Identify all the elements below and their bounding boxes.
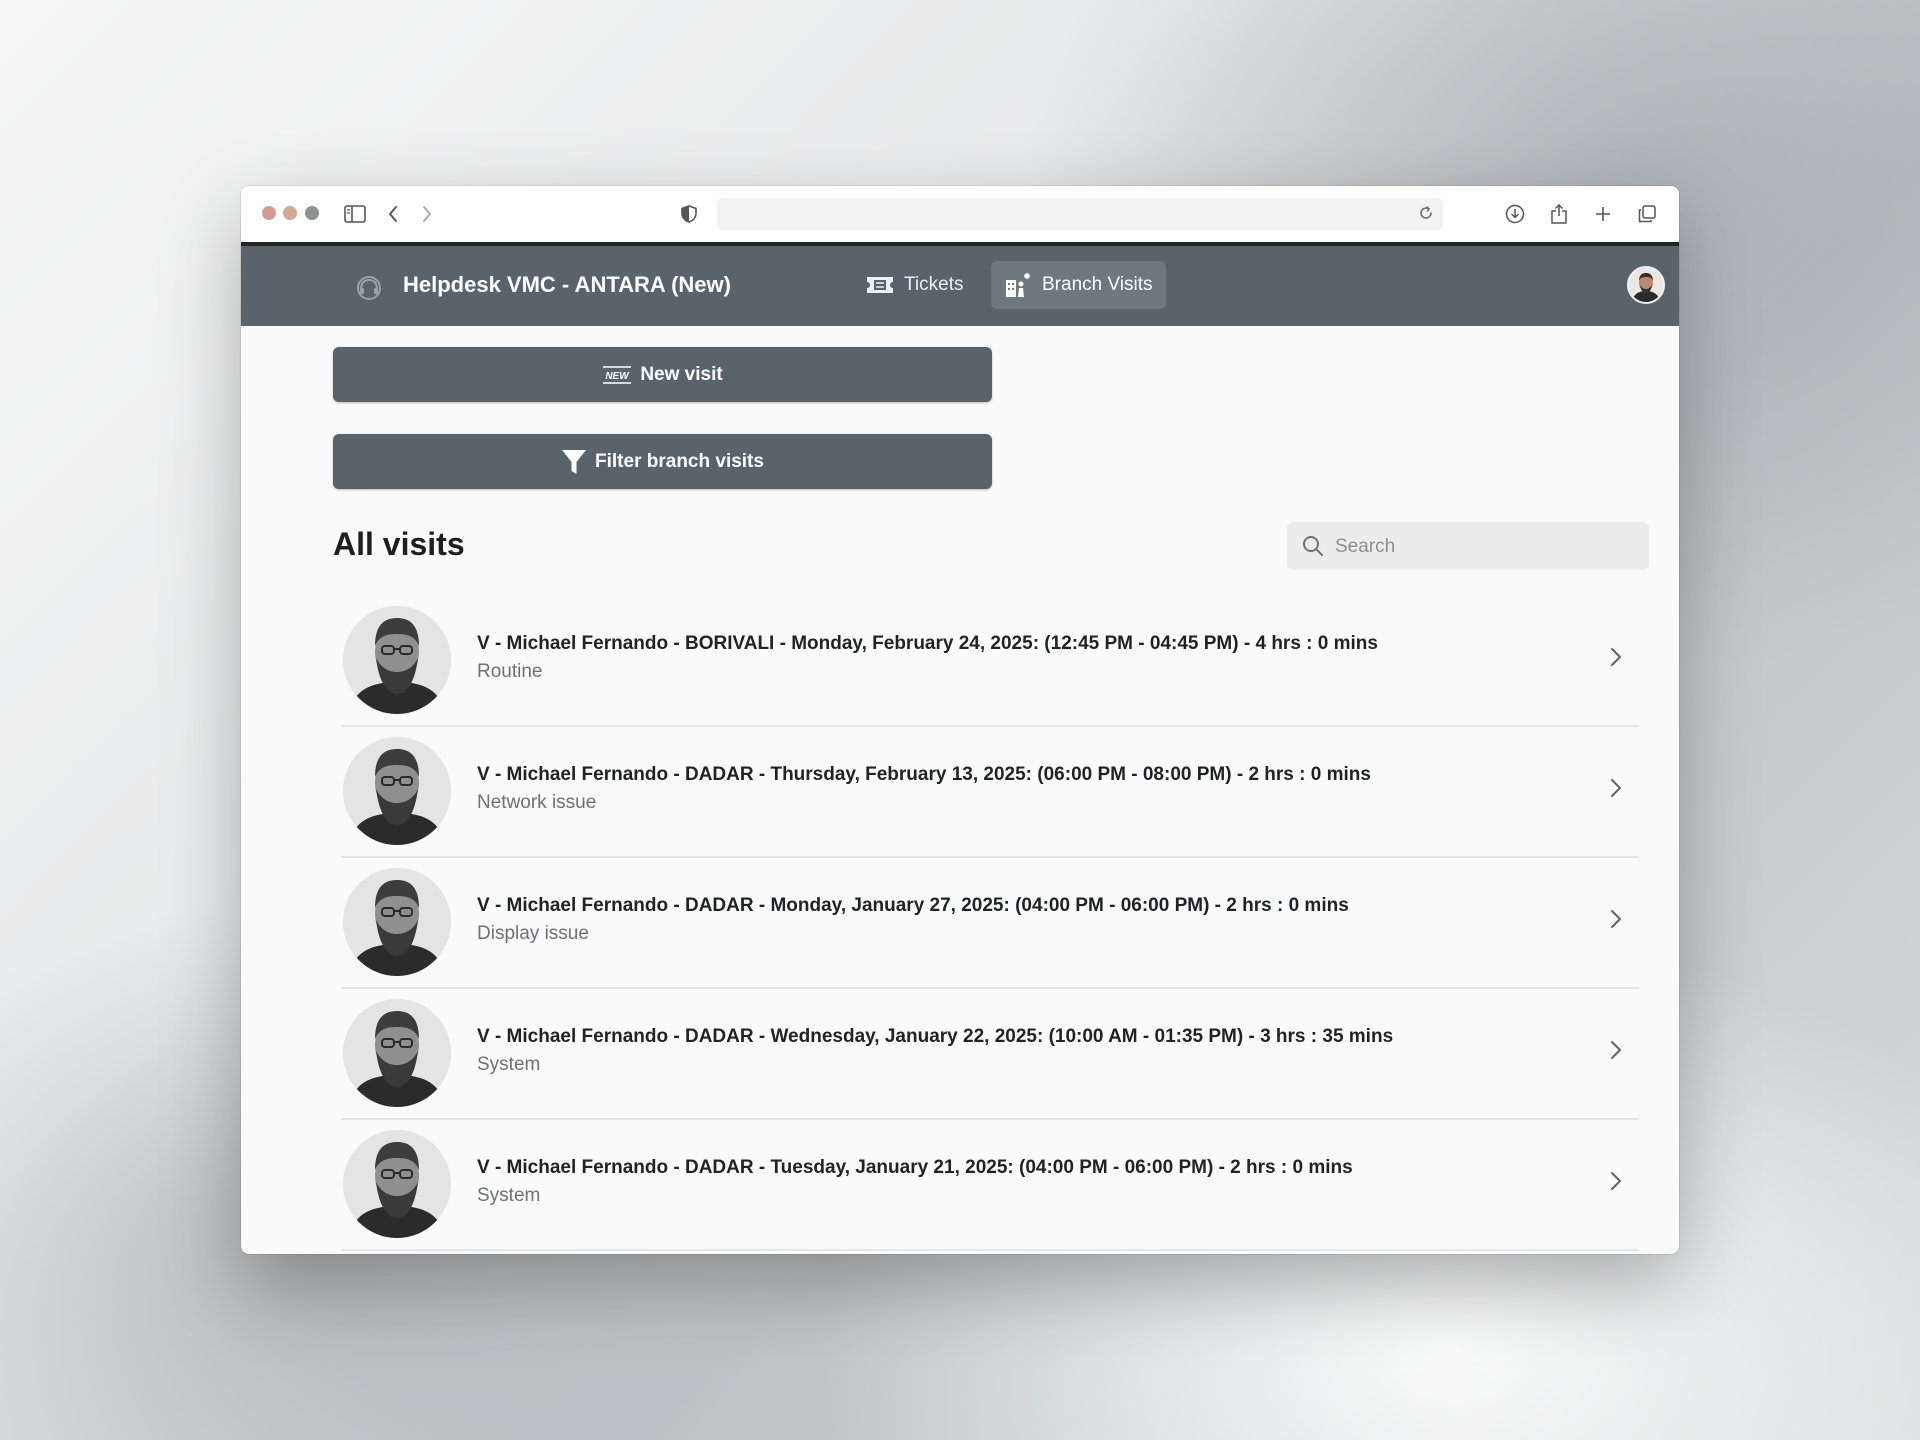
filter-branch-visits-label: Filter branch visits [595,450,764,472]
filter-branch-visits-button[interactable]: Filter branch visits [333,434,992,489]
new-visit-label: New visit [640,363,723,385]
nav-tab-branch-visits[interactable]: Branch Visits [991,261,1166,309]
visit-category: System [477,1054,541,1075]
chevron-right-icon[interactable] [1609,646,1623,668]
user-avatar-image [1629,268,1663,302]
app-title[interactable]: Helpdesk VMC - ANTARA (New) [403,270,731,300]
visitor-photo [343,868,451,976]
minimize-window-button[interactable] [283,206,297,220]
download-icon[interactable] [1501,200,1529,228]
back-arrow-icon[interactable] [379,200,407,228]
visit-list-item[interactable]: V - Michael Fernando - DADAR - Monday, J… [341,858,1639,989]
visitor-avatar [343,737,451,845]
visit-list-item[interactable]: V - Michael Fernando - DADAR - Thursday,… [341,727,1639,858]
visit-category: Display issue [477,923,589,944]
new-tab-plus-icon[interactable] [1589,200,1617,228]
nav-tab-branch-visits-label: Branch Visits [1042,274,1153,295]
visit-list-item[interactable]: V - Michael Fernando - BORIVALI - Monday… [341,596,1639,727]
visits-list: V - Michael Fernando - BORIVALI - Monday… [341,596,1639,1251]
tab-overview-icon[interactable] [1633,200,1661,228]
search-icon [1303,536,1323,556]
sidebar-toggle-icon[interactable] [341,200,369,228]
visit-category: System [477,1185,541,1206]
visit-title: V - Michael Fernando - DADAR - Wednesday… [477,1026,1394,1047]
branch-visit-icon [1006,273,1030,297]
browser-toolbar [241,186,1679,246]
chevron-right-icon[interactable] [1609,908,1623,930]
maximize-window-button[interactable] [305,206,319,220]
visitor-avatar [343,999,451,1107]
visitor-avatar [343,1130,451,1238]
visit-list-item[interactable]: V - Michael Fernando - DADAR - Tuesday, … [341,1120,1639,1251]
visitor-photo [343,999,451,1107]
chevron-right-icon[interactable] [1609,1039,1623,1061]
chevron-right-icon[interactable] [1609,777,1623,799]
user-avatar[interactable] [1627,266,1665,304]
reload-icon[interactable] [1417,204,1435,227]
browser-window: Helpdesk VMC - ANTARA (New) Tickets Bran… [241,186,1679,1254]
tickets-icon [867,277,893,293]
visit-category: Network issue [477,792,597,813]
app-header: Helpdesk VMC - ANTARA (New) Tickets Bran… [241,246,1679,326]
visit-title: V - Michael Fernando - BORIVALI - Monday… [477,633,1378,654]
visit-list-item[interactable]: V - Michael Fernando - DADAR - Wednesday… [341,989,1639,1120]
search-field[interactable] [1287,522,1649,572]
address-bar[interactable] [717,198,1443,230]
all-visits-heading: All visits [333,526,465,562]
search-input[interactable] [1333,522,1637,572]
share-icon[interactable] [1545,200,1573,228]
visit-category: Routine [477,661,543,682]
chevron-right-icon[interactable] [1609,1170,1623,1192]
visitor-photo [343,606,451,714]
svg-text:NEW: NEW [606,371,631,382]
nav-tab-tickets[interactable]: Tickets [853,261,976,309]
visit-title: V - Michael Fernando - DADAR - Monday, J… [477,895,1349,916]
forward-arrow-icon[interactable] [413,200,441,228]
visit-title: V - Michael Fernando - DADAR - Tuesday, … [477,1157,1353,1178]
filter-funnel-icon [562,449,587,474]
visitor-avatar [343,606,451,714]
new-visit-button[interactable]: NEW New visit [333,347,992,402]
visitor-photo [343,737,451,845]
visitor-photo [343,1130,451,1238]
helpdesk-logo-icon[interactable] [355,274,383,302]
visitor-avatar [343,868,451,976]
nav-tab-tickets-label: Tickets [904,274,964,295]
visit-title: V - Michael Fernando - DADAR - Thursday,… [477,764,1371,785]
privacy-shield-icon[interactable] [675,200,703,228]
close-window-button[interactable] [262,206,276,220]
new-badge-icon: NEW [603,365,632,384]
